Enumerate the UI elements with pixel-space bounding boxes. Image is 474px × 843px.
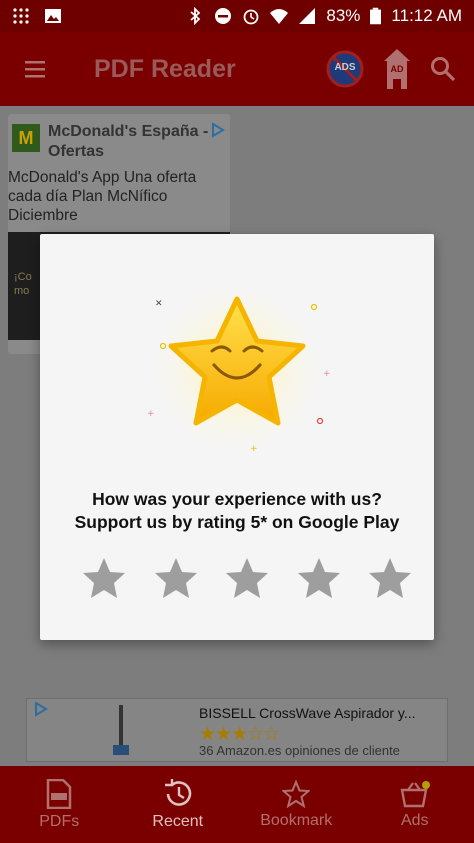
do-not-disturb-icon (215, 8, 232, 24)
nav-bookmark[interactable]: Bookmark (237, 766, 356, 843)
status-bar: 83% 11:12 AM (0, 0, 474, 32)
ad-choices-icon[interactable] (210, 122, 226, 138)
vacuum-image (113, 705, 129, 755)
basket-icon (400, 780, 430, 807)
nav-ads-label: Ads (400, 811, 429, 829)
remove-ads-button[interactable]: ADS (326, 50, 364, 88)
ad-tower-label: AD (390, 64, 404, 74)
battery-percent: 83% (326, 6, 361, 25)
ads-badge-label: ADS (334, 62, 356, 73)
rating-star-4[interactable] (297, 556, 341, 600)
svg-text:✕: ✕ (155, 299, 163, 309)
bluetooth-icon (190, 7, 201, 25)
nav-bookmark-label: Bookmark (260, 811, 333, 829)
rating-prompt: How was your experience with us? Support… (40, 488, 434, 534)
rating-prompt-line2: Support us by rating 5* on Google Play (74, 512, 400, 532)
banner-ad-reviews: 36 Amazon.es opiniones de cliente (199, 743, 400, 758)
clock: 11:12 AM (391, 6, 462, 25)
search-icon[interactable] (430, 56, 456, 82)
app-bar: PDF Reader ADS AD (0, 32, 474, 106)
ad-logo: M (12, 124, 40, 152)
menu-button[interactable] (0, 32, 72, 106)
app-title: PDF Reader (94, 54, 236, 83)
rating-star-3[interactable] (225, 556, 269, 600)
nav-pdfs-label: PDFs (39, 812, 80, 830)
ad-title: McDonald's España - Ofertas (48, 123, 209, 160)
battery-icon (370, 7, 382, 25)
pdf-file-icon (47, 778, 72, 809)
svg-text:+: + (323, 369, 331, 379)
grid-dots-icon (13, 8, 29, 24)
nav-ads[interactable]: Ads (356, 766, 474, 843)
rating-stars (82, 556, 412, 600)
banner-ad[interactable]: BISSELL CrossWave Aspirador y... ★★★☆☆ 3… (26, 698, 448, 762)
nav-recent-label: Recent (152, 812, 204, 830)
image-icon (45, 9, 61, 23)
ad-choices-icon[interactable] (33, 701, 49, 717)
svg-text:+: + (147, 409, 155, 419)
nav-recent[interactable]: Recent (119, 766, 238, 843)
nav-pdfs[interactable]: PDFs (0, 766, 119, 843)
svg-text:+: + (250, 444, 258, 454)
rating-prompt-line1: How was your experience with us? (92, 489, 382, 509)
signal-icon (299, 8, 316, 24)
history-icon (164, 778, 192, 806)
rating-star-1[interactable] (82, 556, 126, 600)
rating-star-5[interactable] (368, 556, 412, 600)
rating-dialog: ✕ + + + How was your experience with us?… (40, 234, 434, 640)
star-outline-icon (282, 779, 311, 808)
hamburger-icon (25, 61, 45, 78)
bottom-nav: PDFs Recent Bookmark Ads (0, 766, 474, 843)
smiling-star-illustration: ✕ + + + (147, 289, 331, 454)
ad-tower-button[interactable]: AD (382, 47, 412, 91)
banner-ad-title: BISSELL CrossWave Aspirador y... (199, 705, 416, 721)
alarm-icon (243, 9, 259, 25)
wifi-icon (270, 9, 289, 24)
ad-description: McDonald's App Una oferta cada día Plan … (8, 169, 197, 224)
rating-star-2[interactable] (154, 556, 198, 600)
